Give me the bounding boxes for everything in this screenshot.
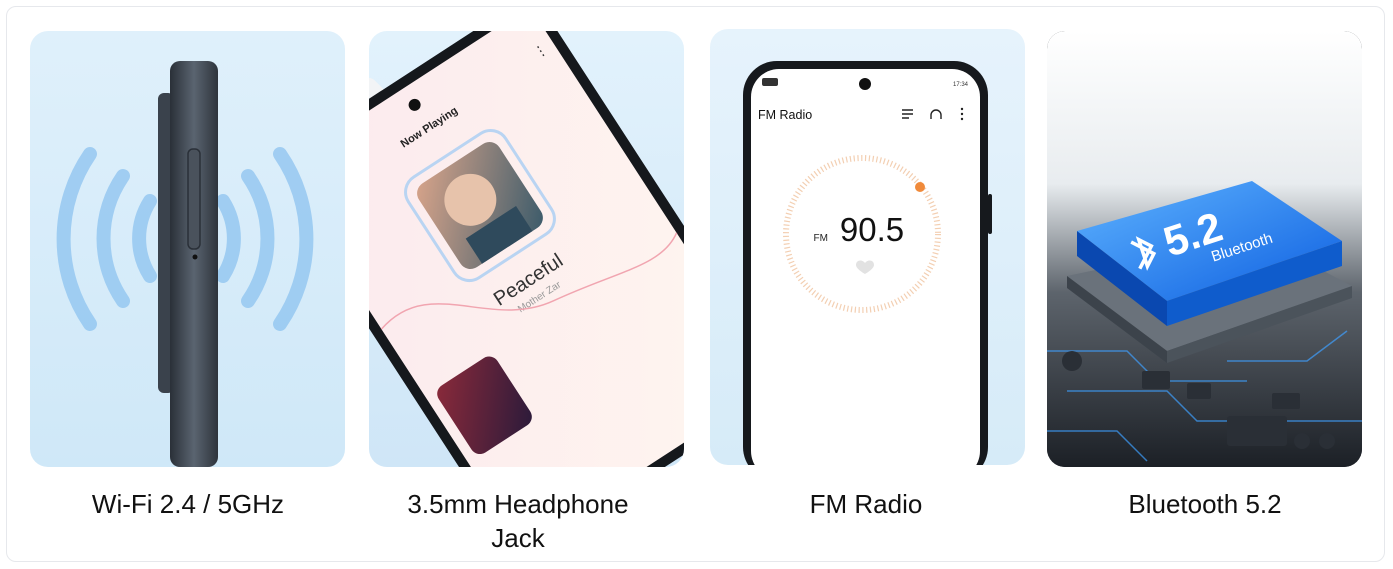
bluetooth-card: 5.2 Bluetooth [1047,31,1362,467]
more-icon[interactable] [960,107,964,121]
front-camera [859,78,871,90]
sim-tray [187,148,201,250]
wifi-card [30,31,345,467]
caption-wifi: Wi-Fi 2.4 / 5GHz [91,489,285,519]
status-time: 17:34 [953,82,969,88]
fm-radio-card: 17:34 FM Radio FM 90.5 [710,29,1025,465]
fm-radio-illustration: 17:34 FM Radio FM 90.5 [743,61,992,465]
wifi-waves-right [216,147,314,331]
caption-fm-radio: FM Radio [809,489,923,519]
wifi-illustration [56,61,314,467]
caption-bluetooth: Bluetooth 5.2 [1128,489,1282,519]
caption-headphone-jack: 3.5mm Headphone Jack [407,489,629,553]
bluetooth-chip-illustration: 5.2 Bluetooth [1047,31,1362,467]
phone-screen [369,31,684,467]
phone-side [170,61,218,467]
dial-knob[interactable] [915,182,925,192]
band-label: FM [814,233,828,244]
headphone-jack-card: Now Playing ‹ ⋮ Peaceful Mother Zar [369,31,684,467]
phone-body: Now Playing ‹ ⋮ Peaceful Mother Zar [369,31,684,467]
radio-app-title: FM Radio [758,108,812,122]
frequency-value: 90.5 [840,211,904,248]
headphone-jack-illustration: Now Playing ‹ ⋮ Peaceful Mother Zar [369,31,684,467]
wifi-waves-left [56,147,157,331]
